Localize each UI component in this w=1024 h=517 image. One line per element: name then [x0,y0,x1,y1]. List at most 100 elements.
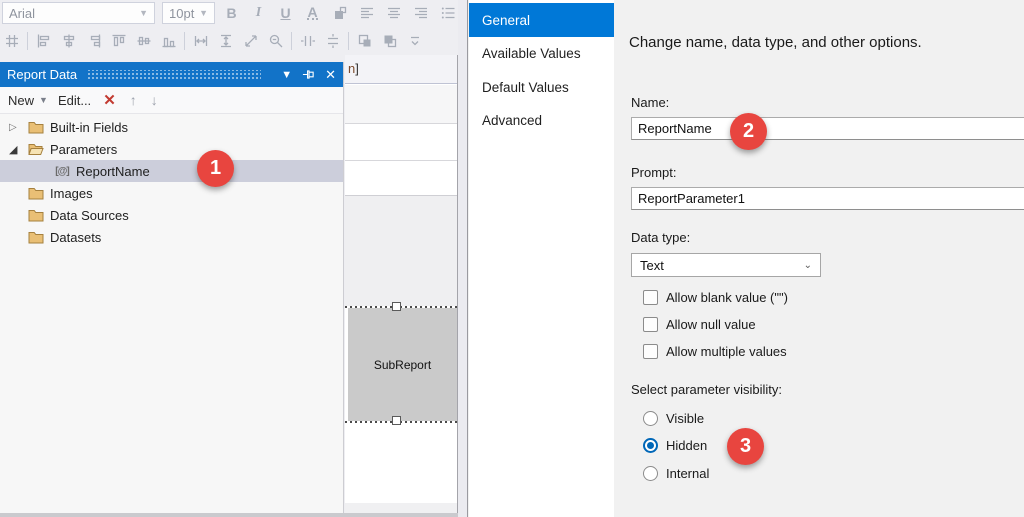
folder-open-icon [28,141,44,157]
font-family-combobox[interactable]: Arial ▼ [2,2,155,24]
snap-to-grid-icon[interactable] [2,32,21,51]
tree-item-datasets[interactable]: Datasets [0,226,343,248]
font-family-value: Arial [9,5,36,21]
align-bottoms-icon[interactable] [159,32,178,51]
design-row-divider [345,160,457,161]
list-icon[interactable] [438,4,457,23]
font-size-value: 10pt [169,5,195,21]
align-centers-icon[interactable] [59,32,78,51]
tab-advanced[interactable]: Advanced [469,104,614,138]
close-icon[interactable]: ✕ [325,67,336,83]
same-size-icon[interactable] [241,32,260,51]
move-down-icon[interactable]: ↓ [151,92,158,108]
dialog-heading: Change name, data type, and other option… [629,34,922,51]
chevron-down-icon[interactable]: ▼ [39,95,48,105]
folder-icon [28,119,44,135]
checkbox-label: Allow multiple values [666,343,787,359]
name-input[interactable] [631,117,1024,140]
pin-icon[interactable] [302,68,315,81]
checkbox-icon[interactable] [643,289,658,305]
radio-label: Visible [666,410,705,426]
same-width-icon[interactable] [191,32,210,51]
visibility-label: Select parameter visibility: [631,382,782,397]
tree-item-built-in-fields[interactable]: ▷ Built-in Fields [0,116,343,138]
bring-to-front-icon[interactable] [355,32,374,51]
fill-color-icon[interactable] [330,4,349,23]
tree-item-images[interactable]: Images [0,182,343,204]
zoom-icon[interactable] [266,32,285,51]
vertical-spacing-icon[interactable] [323,32,342,51]
folder-icon [28,207,44,223]
checkbox-allow-multiple-values[interactable]: Allow multiple values [643,341,787,361]
tree-item-data-sources[interactable]: Data Sources [0,204,343,226]
italic-icon[interactable]: I [249,4,268,23]
checkbox-allow-blank-value-[interactable]: Allow blank value ("") [643,287,788,307]
formatting-toolbar: Arial ▼ 10pt ▼ BIUA [0,0,477,55]
underline-icon[interactable]: U [276,4,295,23]
resize-handle-top[interactable] [392,302,401,311]
radio-label: Internal [666,465,710,481]
selection-border-top [345,306,457,308]
toolbar-separator [348,32,349,50]
align-right-icon[interactable] [411,4,430,23]
align-center-icon[interactable] [384,4,403,23]
radio-icon[interactable] [643,465,658,481]
radio-internal[interactable]: Internal [643,463,709,483]
bold-icon[interactable]: B [222,4,241,23]
toolbar-separator [291,32,292,50]
radio-label: Hidden [666,438,708,453]
report-parameter-properties-dialog: General Available Values Default Values Adv… [467,0,1024,517]
font-size-combobox[interactable]: 10pt ▼ [162,2,215,24]
radio-icon[interactable] [643,410,658,426]
send-to-back-icon[interactable] [380,32,399,51]
tree-item-reportname[interactable]: [@] ReportName [0,160,343,182]
same-height-icon[interactable] [216,32,235,51]
checkbox-icon[interactable] [643,316,658,332]
align-middles-icon[interactable] [134,32,153,51]
design-row-expression: n] [345,55,457,84]
report-data-toolbar: New ▼ Edit... ✕ ↑ ↓ [0,87,343,114]
expander-collapsed-icon[interactable]: ▷ [9,122,21,133]
background-gap [458,0,467,517]
edit-button[interactable]: Edit... [58,93,91,108]
report-data-titlebar: Report Data ▼ ✕ [0,62,343,87]
chevron-down-icon: ▼ [139,8,148,18]
window-position-icon[interactable]: ▼ [281,69,292,81]
tree-item-label: Datasets [50,229,102,245]
toolbar-row-layout [2,29,424,53]
toolbar-separator [184,32,185,50]
align-lefts-icon[interactable] [34,32,53,51]
prompt-input[interactable] [631,187,1024,210]
data-type-dropdown[interactable]: Text ⌄ [631,253,821,277]
dialog-content: Change name, data type, and other option… [614,0,1024,517]
chevron-down-icon: ▼ [199,8,208,18]
radio-hidden[interactable]: Hidden [643,436,707,456]
checkbox-allow-null-value[interactable]: Allow null value [643,314,756,334]
window-bottom-edge [0,513,458,517]
radio-visible[interactable]: Visible [643,408,704,428]
design-row-band [345,85,457,124]
checkbox-label: Allow null value [666,316,756,332]
expander-expanded-icon[interactable]: ◢ [9,143,21,156]
tab-default-values[interactable]: Default Values [469,70,614,104]
delete-icon[interactable]: ✕ [103,91,116,109]
move-up-icon[interactable]: ↑ [130,92,137,108]
align-left-icon[interactable] [357,4,376,23]
checkbox-icon[interactable] [643,343,658,359]
tree-item-parameters[interactable]: ◢ Parameters [0,138,343,160]
subreport-element[interactable]: SubReport [348,308,457,421]
report-data-tree: ▷ Built-in Fields ◢ Parameters [@] ReportName… [0,116,343,248]
font-color-icon[interactable]: A [303,4,322,23]
horizontal-spacing-icon[interactable] [298,32,317,51]
radio-icon[interactable] [643,438,658,453]
tab-general[interactable]: General [469,3,614,37]
resize-handle-bottom[interactable] [392,416,401,425]
new-button[interactable]: New [8,93,34,108]
panel-title: Report Data [7,67,78,82]
overflow-icon[interactable] [405,32,424,51]
align-rights-icon[interactable] [84,32,103,51]
parameter-icon: [@] [55,165,69,177]
design-gray-area [345,196,457,306]
align-tops-icon[interactable] [109,32,128,51]
tab-available-values[interactable]: Available Values [469,37,614,71]
